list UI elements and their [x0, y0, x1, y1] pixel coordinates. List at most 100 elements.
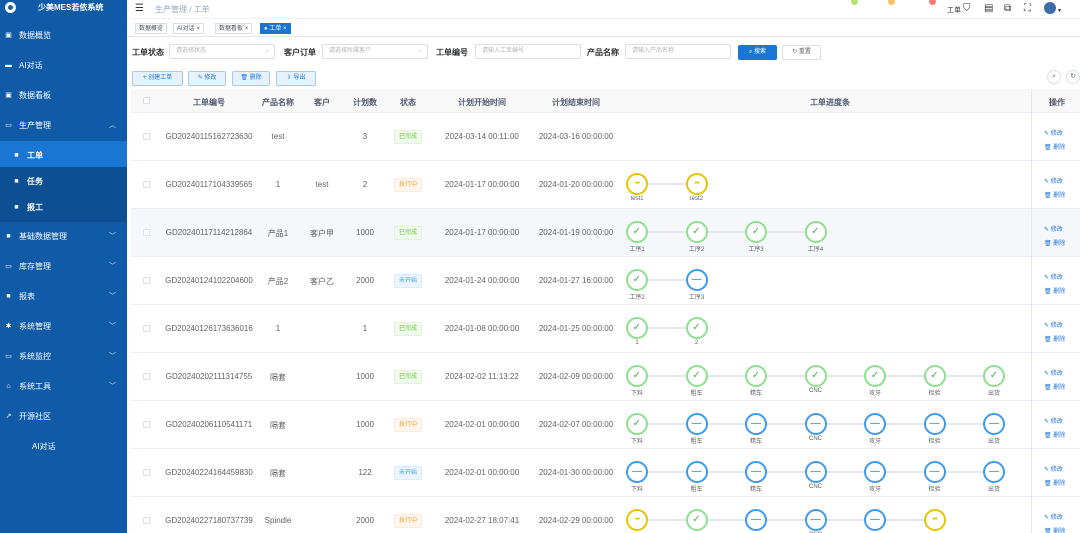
refresh-icon[interactable]: ↻ — [1066, 70, 1080, 84]
sidebar-item-label: 开源社区 — [19, 412, 51, 421]
tag-data-board[interactable]: 数据看板 × — [215, 23, 253, 34]
row-delete-link[interactable]: 🗑 删除 — [1044, 190, 1065, 199]
progress-step: ✓ — [864, 365, 886, 387]
edit-icon: ✎ — [1044, 275, 1050, 281]
row-edit-link[interactable]: ✎ 修改 — [1044, 464, 1063, 473]
row-delete-link[interactable]: 🗑 删除 — [1044, 430, 1065, 439]
status-select[interactable]: 请选择状态 ⌵ — [169, 44, 275, 59]
row-checkbox[interactable] — [143, 517, 150, 524]
shirt-icon[interactable]: ⛉ — [963, 3, 971, 14]
row-edit-link[interactable]: ✎ 修改 — [1044, 368, 1063, 377]
column-header: 操作 — [1049, 98, 1065, 107]
sidebar-item-ai-chat[interactable]: ▬ AI对话 — [0, 51, 127, 80]
external-link-icon[interactable]: ⧉ — [1004, 3, 1011, 14]
tag-ai-chat[interactable]: AI对话 × — [173, 23, 204, 34]
sidebar-item-reports[interactable]: ■ 报表 ﹀ — [0, 282, 127, 311]
row-edit-link[interactable]: ✎ 修改 — [1044, 320, 1063, 329]
export-button[interactable]: ⇩ 导出 — [276, 71, 316, 86]
sidebar-item-ai-chat-2[interactable]: AI对话 — [0, 432, 127, 461]
row-edit-link[interactable]: ✎ 修改 — [1044, 128, 1063, 137]
sidebar-item-label: 任务 — [27, 177, 43, 186]
reset-button[interactable]: ↻ 重置 — [782, 45, 821, 60]
row-delete-link[interactable]: 🗑 删除 — [1044, 478, 1065, 487]
row-checkbox[interactable] — [143, 133, 150, 140]
row-delete-link[interactable]: 🗑 删除 — [1044, 334, 1065, 343]
message-icon[interactable]: ▤ — [984, 3, 993, 14]
row-checkbox[interactable] — [143, 181, 150, 188]
row-edit-link[interactable]: ✎ 修改 — [1044, 416, 1063, 425]
progress-step: — — [864, 509, 886, 531]
tag-work-order[interactable]: ● 工单 × — [260, 23, 291, 34]
create-work-order-button[interactable]: + 创建工单 — [132, 71, 183, 86]
edit-icon: ✎ — [1044, 323, 1050, 329]
row-checkbox[interactable] — [143, 373, 150, 380]
row-edit-link[interactable]: ✎ 修改 — [1044, 272, 1063, 281]
row-checkbox[interactable] — [143, 469, 150, 476]
sidebar-item-task[interactable]: ■ 任务 — [0, 167, 127, 196]
sidebar-item-work-order[interactable]: ■ 工单 — [0, 141, 127, 170]
work-order-link[interactable]: 工单 — [947, 5, 961, 15]
row-delete-link[interactable]: 🗑 删除 — [1044, 286, 1065, 295]
row-edit-link[interactable]: ✎ 修改 — [1044, 512, 1063, 521]
row-delete-link[interactable]: 🗑 删除 — [1044, 238, 1065, 247]
row-checkbox[interactable] — [143, 421, 150, 428]
close-icon[interactable]: × — [245, 26, 249, 32]
progress-step: — — [685, 413, 708, 435]
chevron-down-icon[interactable]: ▾ — [1058, 7, 1061, 14]
delete-button[interactable]: 🗑 删除 — [232, 71, 270, 86]
minus-icon: — — [691, 274, 702, 285]
trash-icon: 🗑 — [240, 75, 248, 81]
row-checkbox[interactable] — [143, 229, 150, 236]
navbar: ☰ 生产管理 / 工单 生产中 临期 逾期 工单 ⛉ ▤ ⧉ ⛶ ▾ — [127, 0, 1080, 19]
code-input[interactable]: 请输入工单编号 — [475, 44, 581, 59]
sidebar-item-system-admin[interactable]: ✱ 系统管理 ﹀ — [0, 312, 127, 341]
search-button[interactable]: ⌕ 搜索 — [738, 45, 777, 60]
progress-step-label: 检验 — [928, 439, 941, 445]
avatar[interactable] — [1044, 2, 1056, 14]
customer-select[interactable]: 请选择所属客户 ⌵ — [322, 44, 428, 59]
row-edit-link[interactable]: ✎ 修改 — [1044, 176, 1063, 185]
row-delete-link[interactable]: 🗑 删除 — [1044, 142, 1065, 151]
sidebar-item-data-overview[interactable]: ▣ 数据概览 — [0, 21, 127, 50]
select-all-checkbox[interactable] — [143, 97, 150, 104]
progress-step: ✓ — [626, 221, 648, 243]
button-label: 创建工单 — [148, 75, 173, 81]
sidebar-item-system-monitor[interactable]: ▭ 系统监控 ﹀ — [0, 342, 127, 371]
sidebar-item-inventory[interactable]: ▭ 库存管理 ﹀ — [0, 252, 127, 281]
sidebar-item-base-data[interactable]: ■ 基础数据管理 ﹀ — [0, 222, 127, 251]
row-checkbox[interactable] — [143, 277, 150, 284]
cell-qty: 1 — [362, 324, 368, 333]
row-edit-link[interactable]: ✎ 修改 — [1044, 224, 1063, 233]
status-badge-in-production[interactable]: 生产中 — [819, 0, 858, 16]
chevron-down-icon: ﹀ — [109, 233, 116, 240]
document-icon: ■ — [14, 204, 19, 211]
product-input[interactable]: 请输入产品名称 — [625, 44, 731, 59]
progress-step: — — [685, 461, 708, 483]
status-badge-near-due[interactable]: 临期 — [864, 0, 895, 16]
row-delete-link[interactable]: 🗑 删除 — [1044, 382, 1065, 391]
status-badge-overdue[interactable]: 逾期 — [903, 0, 936, 16]
check-icon: ✓ — [751, 370, 761, 381]
close-icon[interactable]: × — [196, 26, 200, 32]
tag-data-overview[interactable]: 数据概览 — [135, 23, 168, 34]
cell-start: 2024-02-02 11:13:22 — [445, 372, 519, 381]
row-checkbox[interactable] — [143, 325, 150, 332]
search-toggle-icon[interactable]: ⌕ — [1047, 70, 1061, 84]
sidebar-item-production[interactable]: ▭ 生产管理 ︿ — [0, 111, 127, 140]
chevron-up-icon: ︿ — [109, 122, 116, 129]
edit-button[interactable]: ✎ 修改 — [188, 71, 226, 86]
table-header: 工单编号 产品名称 客户 计划数 状态 计划开始时间 计划结束时间 工单进度条 … — [131, 89, 1080, 113]
hamburger-icon[interactable]: ☰ — [135, 3, 144, 14]
sidebar-item-report-work[interactable]: ■ 报工 — [0, 193, 127, 222]
row-delete-link[interactable]: 🗑 删除 — [1044, 526, 1065, 533]
close-icon[interactable]: × — [283, 26, 287, 32]
cell-start: 2024-01-24 00:00:00 — [444, 276, 520, 285]
breadcrumb-item[interactable]: 生产管理 — [155, 5, 187, 14]
sidebar-item-data-board[interactable]: ▣ 数据看板 — [0, 81, 127, 110]
sidebar-item-system-tools[interactable]: ⌂ 系统工具 ﹀ — [0, 372, 127, 401]
fullscreen-icon[interactable]: ⛶ — [1024, 3, 1031, 14]
progress-step: — — [864, 461, 886, 483]
sidebar-item-open-source[interactable]: ↗ 开源社区 — [0, 402, 127, 431]
column-header: 工单编号 — [193, 98, 225, 107]
check-icon: ✓ — [632, 274, 642, 285]
